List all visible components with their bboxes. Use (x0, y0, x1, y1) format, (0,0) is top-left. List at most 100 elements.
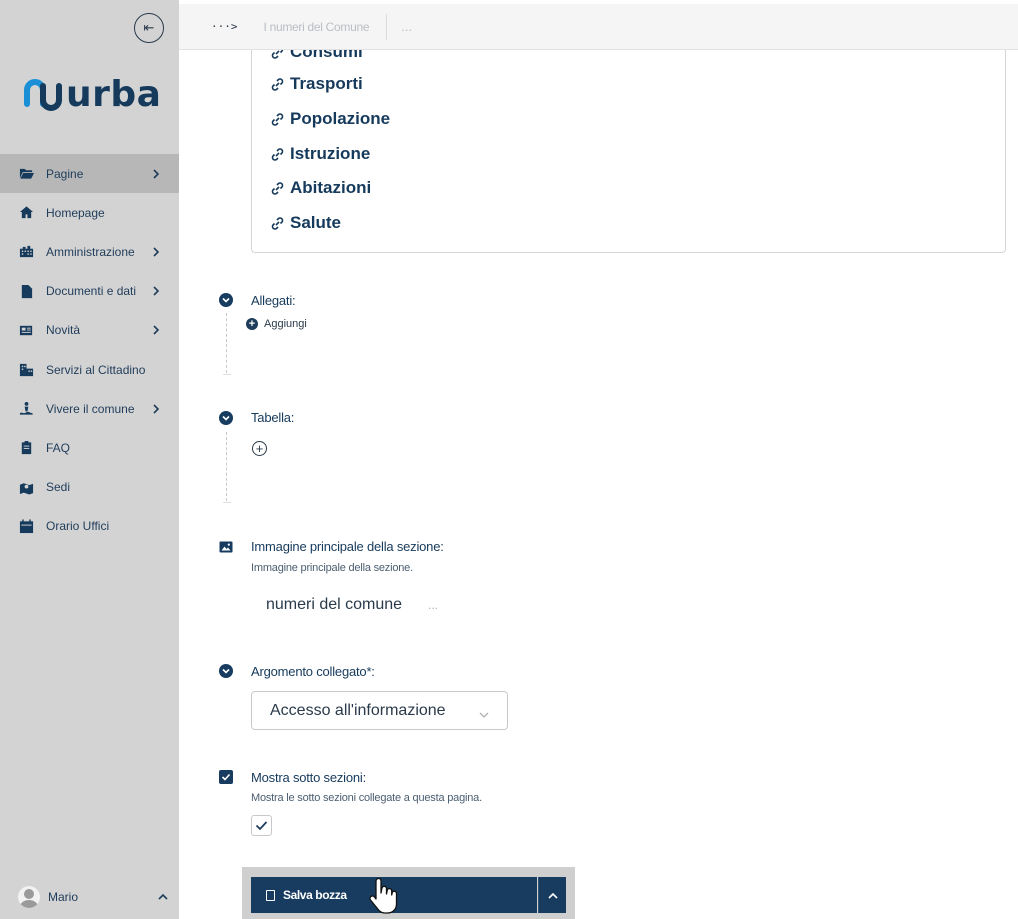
section-guide-line (226, 432, 227, 501)
sidebar-item-servizi[interactable]: Servizi al Cittadino (0, 350, 179, 389)
collapse-icon: ⇤ (143, 20, 155, 36)
image-icon (219, 540, 233, 554)
link-icon (270, 112, 285, 127)
chevron-up-icon (547, 892, 558, 899)
link-label: Trasporti (290, 74, 363, 93)
add-table-row-button[interactable]: + (252, 441, 267, 456)
link-label: Abitazioni (290, 178, 372, 197)
link-icon (270, 181, 285, 196)
chevron-right-icon (151, 246, 161, 258)
show-subsections-checkbox[interactable] (251, 815, 272, 836)
map-location-icon (19, 480, 34, 495)
sidebar-item-amministrazione[interactable]: Amministrazione (0, 232, 179, 271)
avatar (18, 886, 40, 908)
link-label: Salute (290, 213, 342, 232)
allegati-title: Allegati: (251, 293, 296, 308)
chevron-down-circle-icon[interactable] (219, 411, 233, 425)
folder-open-icon (19, 166, 34, 181)
link-item-popolazione[interactable]: Popolazione (270, 109, 390, 129)
section-guide-end (223, 374, 231, 375)
sidebar-item-orario[interactable]: Orario Uffici (0, 507, 179, 546)
link-icon (270, 147, 285, 162)
sidebar-item-documenti[interactable]: Documenti e dati (0, 272, 179, 311)
link-icon (270, 50, 285, 60)
save-options-toggle[interactable] (538, 877, 566, 913)
section-guide-end (223, 502, 231, 503)
logo-text: urba (66, 74, 162, 115)
newspaper-icon (19, 323, 34, 338)
argomento-select[interactable]: Accesso all'informazione (251, 691, 508, 730)
editor-content: Consumi Trasporti Popolazione Istruzione… (179, 50, 1018, 919)
sidebar-item-vivere[interactable]: Vivere il comune (0, 389, 179, 428)
sidebar-item-label: Sedi (46, 480, 71, 495)
breadcrumb-arrow-icon: ···> (211, 20, 238, 33)
breadcrumb: ···> I numeri del Comune ... (179, 4, 1018, 50)
image-options-button[interactable]: ... (428, 598, 438, 612)
home-icon (19, 205, 34, 220)
sidebar-item-homepage[interactable]: Homepage (0, 193, 179, 232)
chevron-right-icon (151, 324, 161, 336)
user-menu[interactable]: Mario (18, 886, 168, 908)
image-caption[interactable]: numeri del comune (266, 596, 402, 614)
sottosezioni-description: Mostra le sotto sezioni collegate a ques… (251, 792, 482, 804)
add-attachment-label: Aggiungi (264, 318, 307, 330)
add-attachment-button[interactable]: + Aggiungi (246, 318, 307, 330)
calendar-icon (19, 519, 34, 534)
sottosezioni-title: Mostra sotto sezioni: (251, 770, 367, 785)
breadcrumb-current[interactable]: I numeri del Comune (264, 20, 370, 34)
chevron-up-icon (158, 888, 168, 906)
link-label: Popolazione (290, 109, 391, 128)
link-icon (270, 216, 285, 231)
breadcrumb-divider (386, 13, 388, 40)
save-draft-label: Salva bozza (283, 888, 347, 902)
file-icon (19, 284, 34, 299)
link-icon (270, 77, 285, 92)
sidebar-item-pagine[interactable]: Pagine (0, 154, 179, 194)
clipboard-icon (19, 440, 34, 455)
plus-circle-icon: + (246, 318, 258, 330)
save-toolbar: Salva bozza (242, 867, 575, 919)
logo-mark-icon (24, 79, 62, 111)
link-item-consumi[interactable]: Consumi (270, 50, 363, 62)
check-icon (255, 821, 268, 831)
checkbox-checked-icon (219, 770, 233, 784)
chevron-down-icon (479, 706, 489, 718)
sidebar-item-label: FAQ (46, 440, 71, 455)
sidebar-item-novita[interactable]: Novità (0, 311, 179, 350)
sidebar: ⇤ urba Pagine Homepage Amministrazione D… (0, 0, 179, 919)
sidebar-item-label: Orario Uffici (46, 519, 110, 534)
section-guide-line (226, 313, 227, 373)
chevron-right-icon (151, 403, 161, 415)
link-item-istruzione[interactable]: Istruzione (270, 144, 370, 164)
chevron-down-circle-icon[interactable] (219, 293, 233, 307)
links-list: Consumi Trasporti Popolazione Istruzione… (251, 50, 1006, 253)
link-item-abitazioni[interactable]: Abitazioni (270, 178, 371, 198)
sidebar-item-faq[interactable]: FAQ (0, 428, 179, 467)
building-icon (19, 244, 34, 259)
user-name: Mario (48, 890, 79, 904)
city-icon (19, 362, 34, 377)
link-item-trasporti[interactable]: Trasporti (270, 74, 363, 94)
chevron-right-icon (151, 285, 161, 297)
tabella-title: Tabella: (251, 410, 295, 425)
hand-pointer-icon (369, 878, 398, 914)
immagine-title: Immagine principale della sezione: (251, 539, 444, 554)
chevron-right-icon (151, 168, 161, 180)
app-window: ⇤ urba Pagine Homepage Amministrazione D… (0, 0, 1018, 919)
sidebar-item-label: Homepage (46, 205, 105, 220)
collapse-sidebar-button[interactable]: ⇤ (134, 13, 164, 43)
link-label: Istruzione (290, 144, 371, 163)
sidebar-item-label: Servizi al Cittadino (46, 362, 146, 377)
argomento-title: Argomento collegato*: (251, 664, 375, 679)
chevron-down-circle-icon[interactable] (219, 664, 233, 678)
link-label: Consumi (290, 50, 363, 61)
plus-icon: + (255, 441, 264, 456)
argomento-selected-value: Accesso all'informazione (270, 701, 446, 719)
person-swimming-icon (19, 401, 34, 416)
sidebar-item-sedi[interactable]: Sedi (0, 468, 179, 507)
sidebar-nav: Pagine Homepage Amministrazione Document… (0, 154, 179, 546)
link-item-salute[interactable]: Salute (270, 213, 341, 233)
immagine-description: Immagine principale della sezione. (251, 562, 413, 574)
logo[interactable]: urba (22, 74, 161, 116)
breadcrumb-more-button[interactable]: ... (401, 19, 412, 34)
